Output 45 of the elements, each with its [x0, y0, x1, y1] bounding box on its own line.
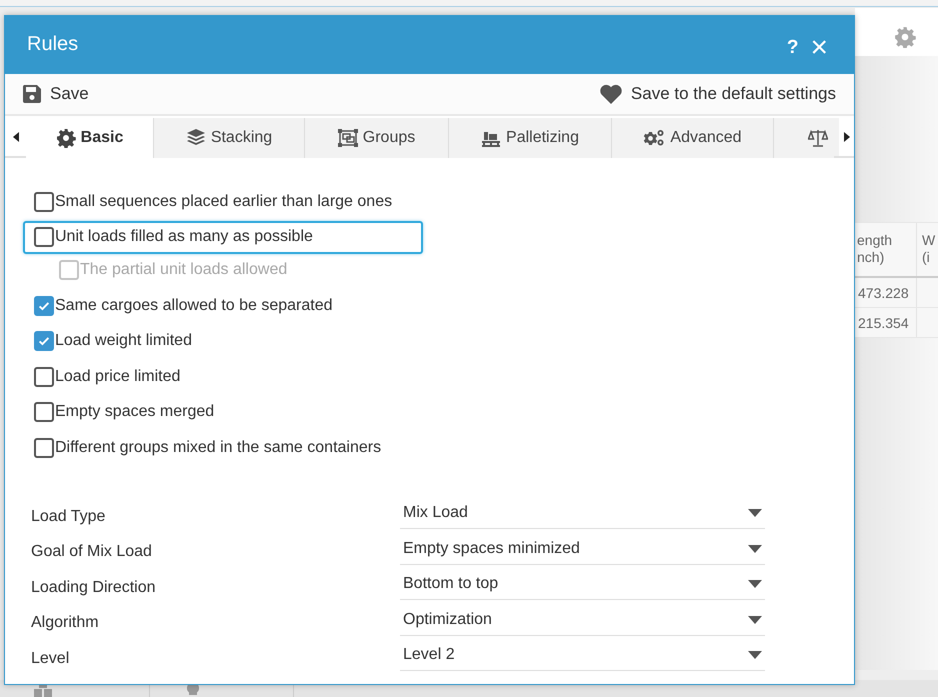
- option-label: Load weight limited: [55, 332, 192, 350]
- scroll-right-button[interactable]: [839, 118, 854, 156]
- checkbox[interactable]: [34, 366, 54, 386]
- caret-down-icon: [748, 580, 762, 588]
- scale-icon: [808, 128, 828, 148]
- setting-label: Level: [31, 648, 70, 668]
- caret-left-icon: [12, 132, 18, 142]
- tab[interactable]: Groups: [305, 118, 449, 158]
- setting-label: Goal of Mix Load: [31, 542, 153, 562]
- tab[interactable]: Palletizing: [449, 118, 612, 158]
- layers-icon: [186, 128, 206, 148]
- checkbox[interactable]: [34, 192, 54, 212]
- option-label: Unit loads filled as many as possible: [55, 228, 313, 246]
- option-label: Different groups mixed in the same containers: [55, 438, 382, 456]
- setting-label: Load Type: [31, 506, 106, 526]
- scroll-left-button[interactable]: [5, 118, 26, 156]
- caret-down-icon: [748, 651, 762, 660]
- setting-label: Algorithm: [31, 613, 100, 632]
- save-icon: [22, 84, 42, 104]
- option-label: Empty spaces merged: [55, 403, 214, 421]
- column-header: W (i: [921, 231, 936, 267]
- dialog-title: Rules: [27, 32, 80, 56]
- option-label: Same cargoes allowed to be separated: [55, 296, 333, 314]
- option-label: Load price limited: [55, 368, 180, 386]
- checkbox[interactable]: [34, 438, 54, 458]
- gear-icon: [56, 128, 76, 148]
- option-label: Small sequences placed earlier than large ones: [55, 192, 392, 210]
- checkbox[interactable]: [34, 296, 54, 316]
- save-button[interactable]: Save: [22, 84, 89, 104]
- caret-down-icon: [748, 544, 762, 553]
- setting-label: Loading Direction: [31, 578, 157, 597]
- checkbox[interactable]: [34, 227, 54, 247]
- save-default-button[interactable]: Save to the default settings: [598, 84, 836, 104]
- gears-icon: [643, 128, 666, 148]
- caret-down-icon: [748, 509, 762, 518]
- tab[interactable]: Advanced: [612, 118, 774, 158]
- heart-icon: [598, 84, 623, 104]
- checkbox[interactable]: [34, 331, 54, 351]
- caret-right-icon: [844, 132, 850, 142]
- frame-icon: [338, 128, 358, 148]
- checkbox[interactable]: [34, 402, 54, 422]
- tab[interactable]: Basic: [26, 118, 154, 158]
- caret-down-icon: [748, 616, 762, 624]
- tab[interactable]: Stacking: [154, 118, 305, 158]
- option-label: The partial unit loads allowed: [80, 261, 288, 279]
